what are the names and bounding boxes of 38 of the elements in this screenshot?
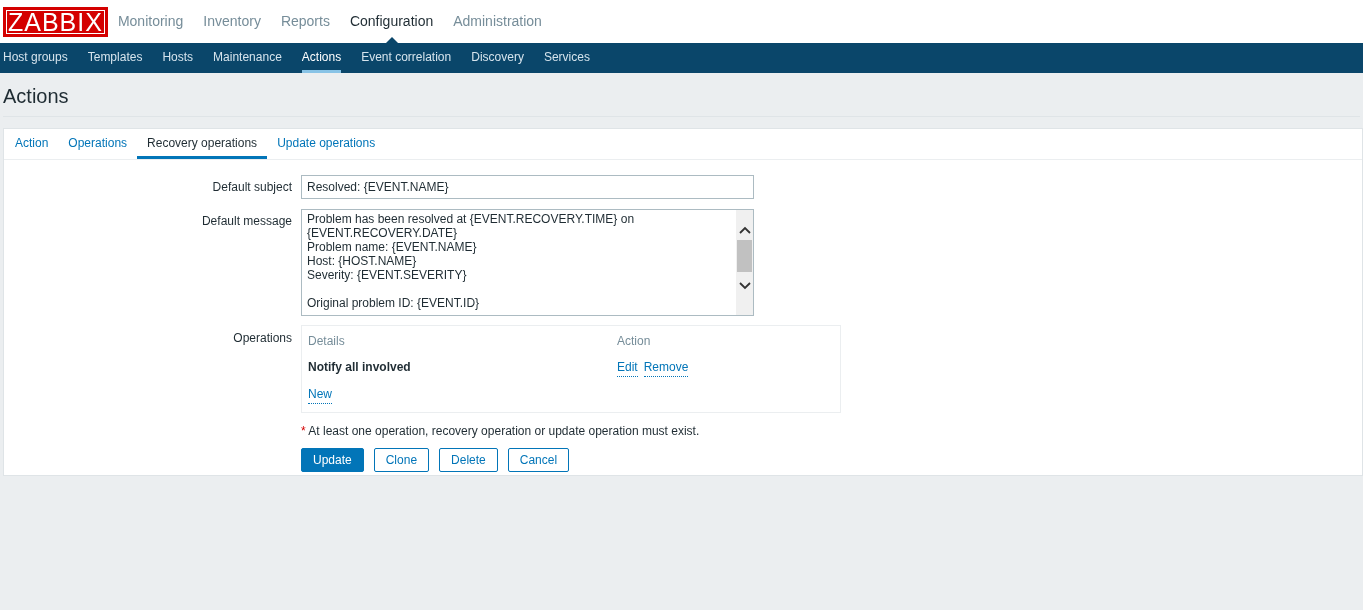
main-menu-item[interactable]: Administration	[453, 0, 542, 44]
main-menu-item[interactable]: Reports	[280, 0, 330, 44]
scrollbar[interactable]	[736, 210, 753, 315]
sub-menu-item[interactable]: Event correlation	[361, 43, 452, 73]
column-header: Details	[308, 333, 346, 350]
note-text: * At least one operation, recovery operation or update operation must exist.	[301, 423, 701, 440]
form-button[interactable]: Cancel	[507, 448, 570, 472]
chevron-down-icon[interactable]	[738, 282, 751, 290]
form-button[interactable]: Update	[301, 448, 364, 472]
form-button[interactable]: Delete	[439, 448, 498, 472]
main-menu-item[interactable]: Monitoring	[117, 0, 184, 44]
logo: ZABBIX	[3, 6, 108, 37]
tab[interactable]: Update operations	[267, 129, 386, 159]
field-label: Default subject	[211, 179, 292, 196]
field-label: Default message	[200, 213, 292, 230]
sub-menu-item[interactable]: Services	[543, 43, 590, 73]
message-field[interactable]: Problem has been resolved at {EVENT.RECOVERY.TIME} on {EVENT.RECOVERY.DATE} Problem name: {EVENT.NAME} Host: {HOST.NAME} Severity: {EVENT.SEVERITY} Original problem ID: {EVENT.ID}	[301, 209, 754, 316]
action-link[interactable]: Edit	[617, 358, 638, 377]
chevron-up-icon[interactable]	[738, 226, 751, 234]
subject-field[interactable]: Resolved: {EVENT.NAME}	[301, 175, 754, 199]
new-link[interactable]: New	[308, 385, 332, 404]
tab[interactable]: Recovery operations	[137, 129, 268, 159]
sub-menu-item[interactable]: Maintenance	[213, 43, 282, 73]
sub-menu-item[interactable]: Actions	[301, 43, 342, 73]
form-button[interactable]: Clone	[373, 448, 430, 472]
table-cell-text: Notify all involved	[308, 359, 412, 376]
main-menu-item[interactable]: Inventory	[203, 0, 261, 44]
sub-menu-item[interactable]: Hosts	[162, 43, 194, 73]
tab[interactable]: Action	[5, 129, 59, 159]
sub-menu-item[interactable]: Host groups	[3, 43, 68, 73]
sub-menu-item[interactable]: Discovery	[471, 43, 524, 73]
field-label: Operations	[232, 330, 292, 347]
page-title: Actions	[3, 84, 70, 108]
action-link[interactable]: Remove	[643, 358, 689, 377]
tab[interactable]: Operations	[58, 129, 138, 159]
column-header: Action	[617, 333, 652, 350]
sub-menu-item[interactable]: Templates	[87, 43, 143, 73]
scrollbar-thumb[interactable]	[737, 240, 752, 272]
